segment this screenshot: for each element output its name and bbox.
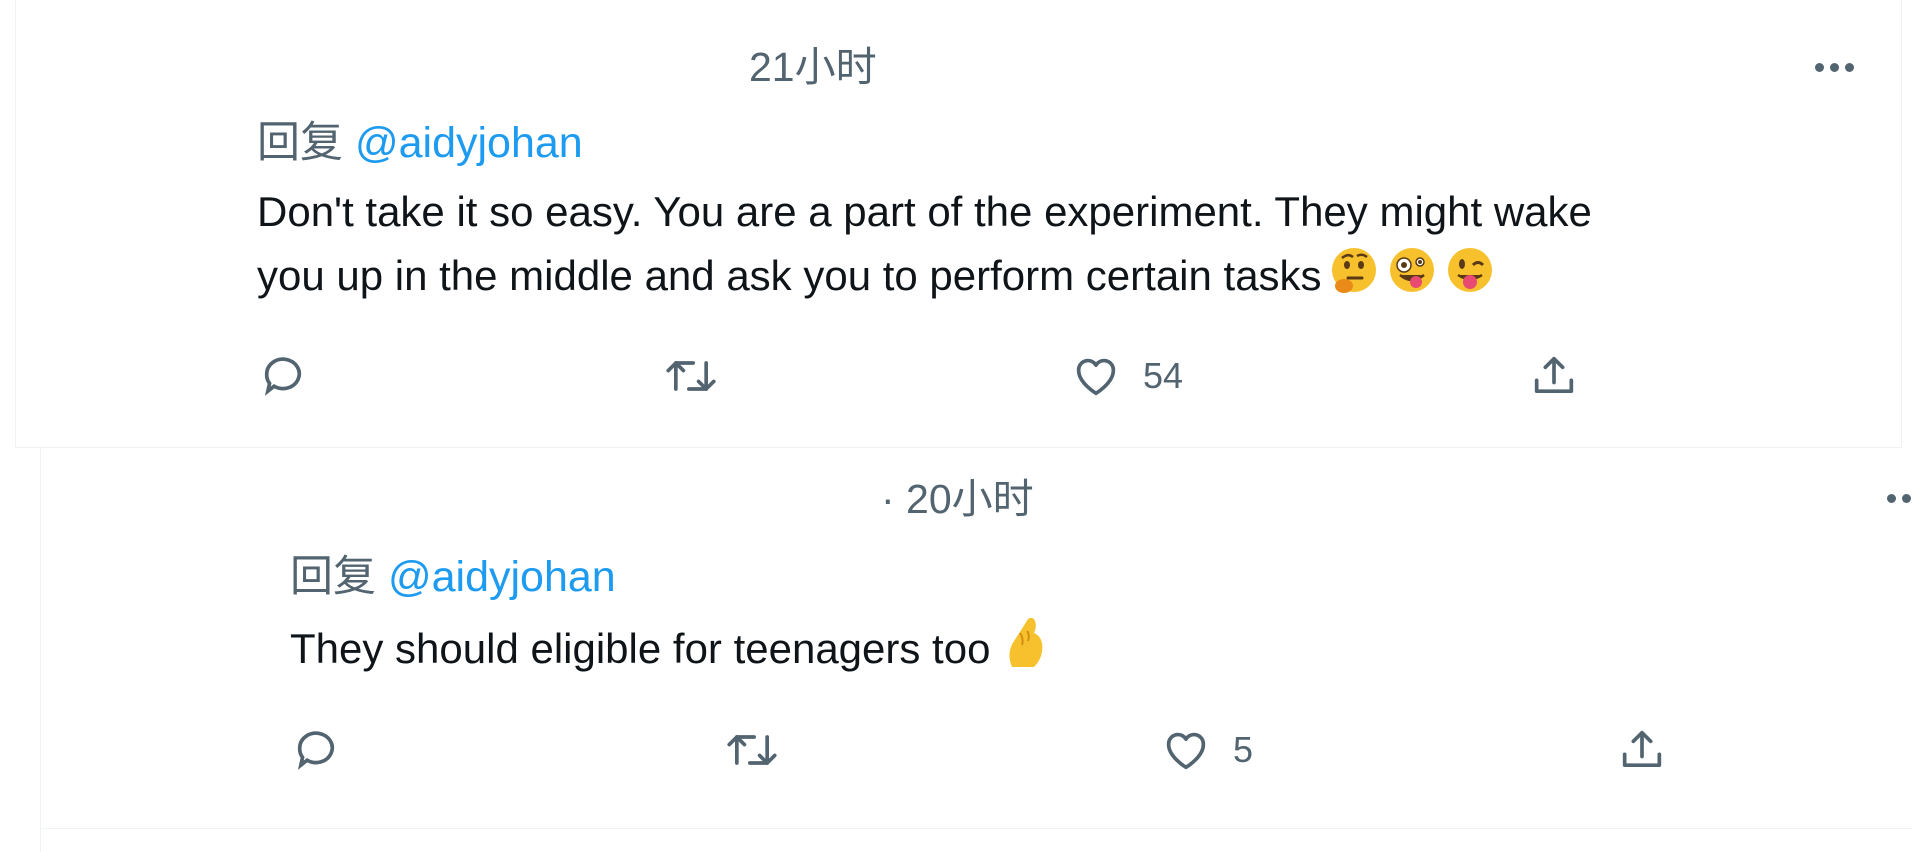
tweet-text-line-1: Don't take it so easy. You are a part of… bbox=[257, 188, 1592, 235]
more-dots-icon[interactable] bbox=[1887, 494, 1912, 503]
tweet-1[interactable]: 21小时 回复 @aidyjohan Don't take it so easy… bbox=[15, 0, 1902, 448]
pinched-fingers-emoji bbox=[996, 615, 1052, 689]
tweet-timestamp[interactable]: · 20小时 bbox=[881, 479, 1034, 520]
reply-prefix: 回复 bbox=[257, 119, 343, 167]
share-button[interactable] bbox=[1616, 724, 1668, 776]
tweet-timestamp[interactable]: 21小时 bbox=[749, 47, 877, 88]
retweet-arrows-icon bbox=[666, 361, 716, 391]
like-count: 5 bbox=[1233, 729, 1254, 770]
thinking-face-emoji bbox=[1328, 244, 1380, 314]
reply-button[interactable] bbox=[290, 724, 342, 776]
tweet-divider bbox=[40, 828, 1912, 829]
retweet-button[interactable] bbox=[723, 724, 781, 776]
tweet-text-line-1: They should eligible for teenagers too bbox=[290, 615, 1052, 689]
retweet-arrows-icon bbox=[727, 735, 777, 765]
replying-to: 回复 @aidyjohan bbox=[290, 556, 616, 599]
like-button[interactable]: 5 bbox=[1159, 724, 1253, 776]
retweet-button[interactable] bbox=[662, 350, 720, 402]
replying-to: 回复 @aidyjohan bbox=[257, 122, 583, 165]
reply-handle-link[interactable]: @aidyjohan bbox=[355, 119, 583, 167]
heart-icon bbox=[1076, 358, 1116, 396]
tweet-text-line-2: you up in the middle and ask you to perf… bbox=[257, 244, 1496, 314]
tweet-text-content: They should eligible for teenagers too bbox=[290, 625, 991, 673]
more-dots-icon[interactable] bbox=[1815, 63, 1854, 72]
reply-prefix: 回复 bbox=[290, 553, 376, 601]
like-button[interactable]: 54 bbox=[1069, 350, 1183, 402]
tweet-text-line-2-content: you up in the middle and ask you to perf… bbox=[257, 252, 1322, 300]
share-upload-icon bbox=[1534, 356, 1574, 394]
share-button[interactable] bbox=[1528, 350, 1580, 402]
reply-button[interactable] bbox=[257, 350, 309, 402]
heart-icon bbox=[1166, 732, 1206, 770]
reply-bubble-icon bbox=[264, 357, 302, 396]
like-count: 54 bbox=[1143, 355, 1184, 396]
winking-face-with-tongue-emoji bbox=[1444, 244, 1496, 314]
reply-handle-link[interactable]: @aidyjohan bbox=[388, 553, 616, 601]
reply-bubble-icon bbox=[297, 731, 335, 770]
share-upload-icon bbox=[1622, 730, 1662, 768]
zany-face-emoji bbox=[1386, 244, 1438, 314]
tweet-2[interactable]: · 20小时 回复 @aidyjohan They should eligibl… bbox=[40, 448, 1912, 852]
